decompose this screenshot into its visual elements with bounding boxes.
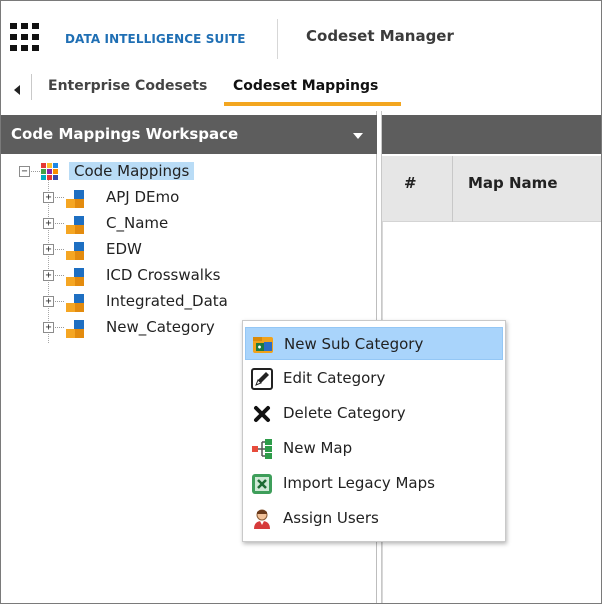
new-map-icon xyxy=(252,439,272,459)
menu-item-assign-users[interactable]: Assign Users xyxy=(245,502,503,535)
new-subcategory-icon xyxy=(253,337,273,353)
column-separator[interactable] xyxy=(452,156,453,222)
column-header-map-name[interactable]: Map Name xyxy=(468,174,558,192)
category-icon xyxy=(66,294,84,312)
tab-codeset-mappings[interactable]: Codeset Mappings xyxy=(233,78,378,94)
menu-item-new-map[interactable]: New Map xyxy=(245,432,503,465)
tree-category-label[interactable]: C_Name xyxy=(106,214,168,232)
tree-connector xyxy=(55,301,64,302)
tree-connector xyxy=(55,327,64,328)
tab-enterprise-codesets[interactable]: Enterprise Codesets xyxy=(48,78,207,94)
delete-x-icon xyxy=(254,406,270,422)
tree-connector xyxy=(31,171,40,172)
category-icon xyxy=(66,216,84,234)
workspace-title: Code Mappings Workspace xyxy=(11,125,239,143)
workspace-dropdown-icon[interactable] xyxy=(353,133,363,139)
suite-name[interactable]: DATA INTELLIGENCE SUITE xyxy=(65,32,246,46)
tree-category-label[interactable]: EDW xyxy=(106,240,142,258)
tree-root-row[interactable]: − Code Mappings xyxy=(1,161,377,183)
tree-connector xyxy=(55,249,64,250)
header-divider xyxy=(277,19,278,59)
tree-root-label[interactable]: Code Mappings xyxy=(69,162,195,180)
expand-toggle-icon[interactable]: + xyxy=(43,244,54,255)
category-context-menu: New Sub Category Edit Category Delete Ca… xyxy=(242,320,506,542)
expand-toggle-icon[interactable]: + xyxy=(43,296,54,307)
tree-connector xyxy=(55,223,64,224)
edit-pencil-icon xyxy=(251,368,273,390)
codeset-manager-app: DATA INTELLIGENCE SUITE Codeset Manager … xyxy=(0,0,602,604)
expand-toggle-icon[interactable]: + xyxy=(43,218,54,229)
menu-item-label: Delete Category xyxy=(283,404,406,422)
menu-item-edit-category[interactable]: Edit Category xyxy=(245,362,503,395)
tree-category-row[interactable]: + Integrated_Data xyxy=(1,291,377,313)
tree-connector xyxy=(55,197,64,198)
tab-bar: Enterprise Codesets Codeset Mappings xyxy=(1,71,601,107)
category-icon xyxy=(66,190,84,208)
category-icon xyxy=(66,320,84,338)
tree-category-label[interactable]: APJ DEmo xyxy=(106,188,179,206)
expand-toggle-icon[interactable]: + xyxy=(43,270,54,281)
collapse-toggle-icon[interactable]: − xyxy=(19,166,30,177)
tree-category-label[interactable]: ICD Crosswalks xyxy=(106,266,220,284)
expand-toggle-icon[interactable]: + xyxy=(43,322,54,333)
module-name: Codeset Manager xyxy=(306,27,454,45)
assign-user-icon xyxy=(254,509,270,529)
category-icon xyxy=(66,268,84,286)
tree-category-label[interactable]: Integrated_Data xyxy=(106,292,228,310)
menu-item-import-legacy-maps[interactable]: Import Legacy Maps xyxy=(245,467,503,500)
expand-toggle-icon[interactable]: + xyxy=(43,192,54,203)
menu-item-label: Import Legacy Maps xyxy=(283,474,435,492)
tree-category-row[interactable]: + EDW xyxy=(1,239,377,261)
category-icon xyxy=(66,242,84,260)
tab-separator xyxy=(31,74,32,100)
menu-item-label: Edit Category xyxy=(283,369,386,387)
colorful-grid-icon xyxy=(41,163,58,180)
menu-item-delete-category[interactable]: Delete Category xyxy=(245,397,503,430)
app-grid-icon[interactable] xyxy=(10,23,40,51)
menu-item-label: Assign Users xyxy=(283,509,379,527)
import-excel-icon xyxy=(252,474,272,494)
active-tab-indicator xyxy=(224,102,401,106)
tabs-scroll-left-icon[interactable] xyxy=(14,85,20,95)
tree-category-row[interactable]: + C_Name xyxy=(1,213,377,235)
menu-item-label: New Map xyxy=(283,439,353,457)
app-header: DATA INTELLIGENCE SUITE Codeset Manager xyxy=(1,1,601,67)
menu-item-new-sub-category[interactable]: New Sub Category xyxy=(245,327,503,360)
tree-category-row[interactable]: + APJ DEmo xyxy=(1,187,377,209)
grid-toolbar xyxy=(382,115,601,154)
workspace-header: Code Mappings Workspace xyxy=(1,115,377,154)
menu-item-label: New Sub Category xyxy=(284,335,424,353)
tree-category-label[interactable]: New_Category xyxy=(106,318,215,336)
grid-header-row: # Map Name xyxy=(382,156,601,222)
column-header-number[interactable]: # xyxy=(404,174,417,192)
tree-connector xyxy=(55,275,64,276)
tree-category-row[interactable]: + ICD Crosswalks xyxy=(1,265,377,287)
